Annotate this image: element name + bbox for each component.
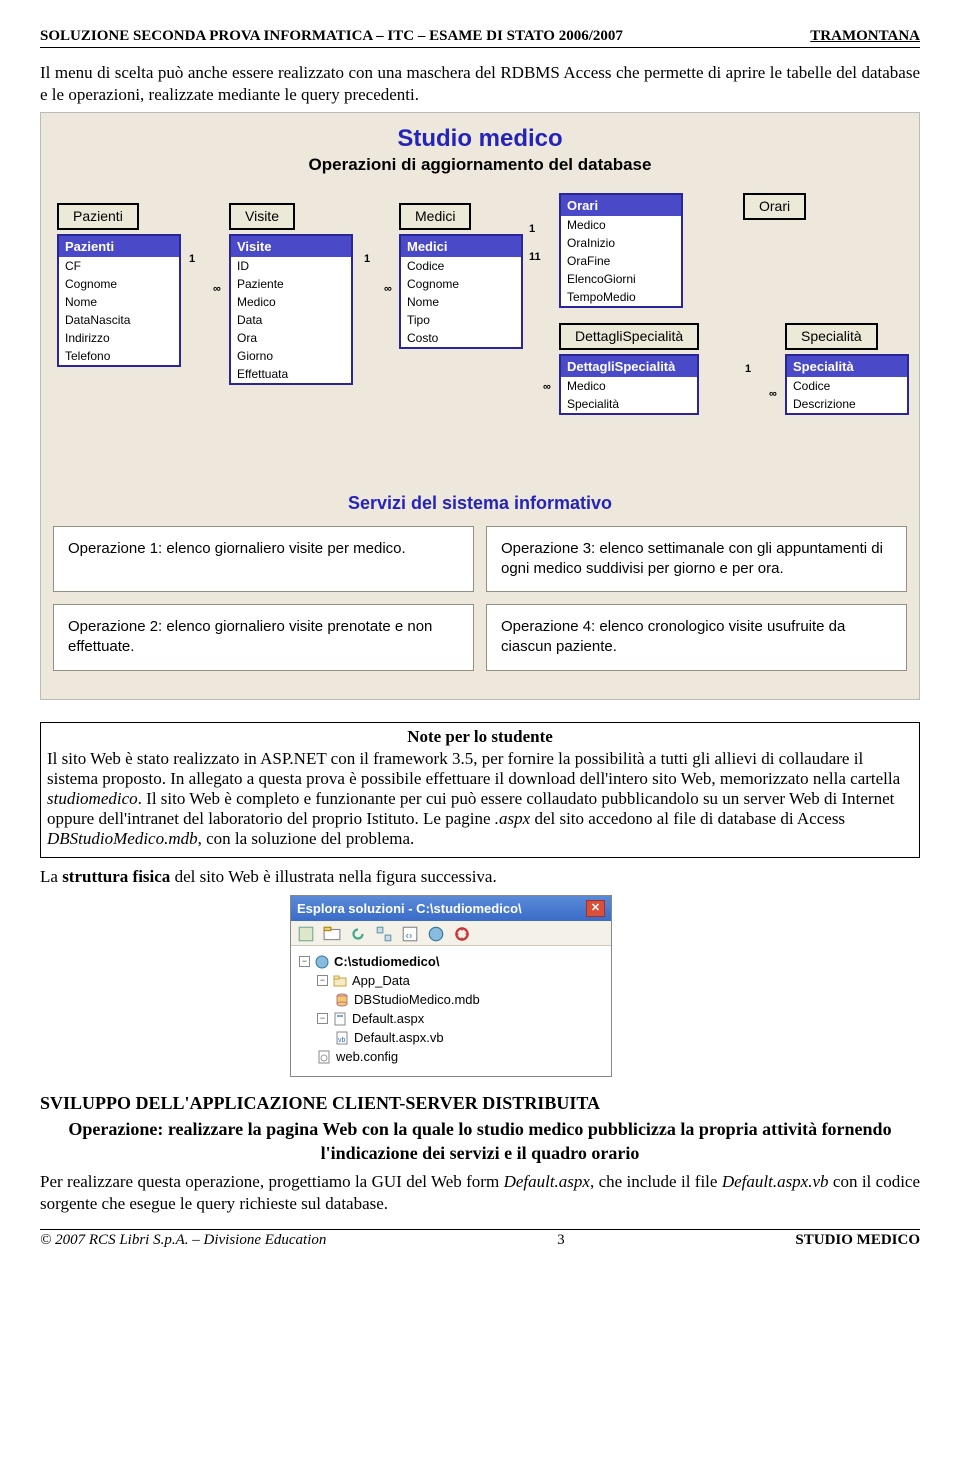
orari-button[interactable]: Orari (743, 193, 806, 220)
tree-mdb[interactable]: DBStudioMedico.mdb (299, 990, 603, 1009)
note-body-1: Il sito Web è stato realizzato in ASP.NE… (47, 749, 900, 788)
operazione-paragraph: Per realizzare questa operazione, proget… (40, 1171, 920, 1215)
rel-inf-1: ∞ (213, 283, 221, 295)
nest-icon[interactable] (375, 925, 393, 941)
tree-default-aspx[interactable]: −Default.aspx (299, 1009, 603, 1028)
refresh-icon[interactable] (349, 925, 367, 941)
medici-table: Medici Codice Cognome Nome Tipo Costo (399, 234, 523, 349)
rel-4: 1 (745, 363, 751, 375)
rel-3: 1 (529, 223, 535, 235)
orari-table: Orari Medico OraInizio OraFine ElencoGio… (559, 193, 683, 308)
note-box: Note per lo studente Il sito Web è stato… (40, 722, 920, 858)
svg-text:‹›: ‹› (406, 931, 413, 942)
database-diagram: Studio medico Operazioni di aggiornament… (40, 112, 920, 700)
close-icon[interactable]: ✕ (586, 900, 605, 917)
note-title: Note per lo studente (47, 727, 913, 747)
properties-icon[interactable] (297, 925, 315, 941)
solution-explorer: Esplora soluzioni - C:\studiomedico\ ✕ ‹… (290, 895, 612, 1077)
operazione-3[interactable]: Operazione 3: elenco settimanale con gli… (486, 526, 907, 593)
page-footer: © 2007 RCS Libri S.p.A. – Divisione Educ… (40, 1229, 920, 1249)
aspx-icon (333, 1012, 347, 1026)
operazione-title: Operazione: realizzare la pagina Web con… (40, 1118, 920, 1165)
struttura-line: La struttura fisica del sito Web è illus… (40, 866, 920, 888)
tree-default-vb[interactable]: vbDefault.aspx.vb (299, 1028, 603, 1047)
asp-config-icon[interactable] (453, 925, 471, 941)
note-i1: studiomedico (47, 789, 138, 808)
note-i3: DBStudioMedico.mdb (47, 829, 198, 848)
dettagli-table: DettagliSpecialità Medico Specialità (559, 354, 699, 415)
diagram-title: Studio medico (41, 125, 919, 153)
rel-inf-3: ∞ (543, 381, 551, 393)
vb-file-icon: vb (335, 1031, 349, 1045)
explorer-titlebar: Esplora soluzioni - C:\studiomedico\ ✕ (291, 896, 611, 921)
explorer-toolbar: ‹› (291, 921, 611, 946)
explorer-title-text: Esplora soluzioni - C:\studiomedico\ (297, 901, 522, 916)
collapse-icon[interactable]: − (317, 975, 328, 986)
operazione-1[interactable]: Operazione 1: elenco giornaliero visite … (53, 526, 474, 593)
explorer-tree: −C:\studiomedico\ −App_Data DBStudioMedi… (291, 946, 611, 1076)
visite-table: Visite ID Paziente Medico Data Ora Giorn… (229, 234, 353, 385)
footer-left: © 2007 RCS Libri S.p.A. – Divisione Educ… (40, 1232, 326, 1249)
operazione-2[interactable]: Operazione 2: elenco giornaliero visite … (53, 604, 474, 671)
page-header: SOLUZIONE SECONDA PROVA INFORMATICA – IT… (40, 28, 920, 48)
collapse-icon[interactable]: − (317, 1013, 328, 1024)
rel-inf-2: ∞ (384, 283, 392, 295)
folder-icon (333, 974, 347, 988)
note-body-3: del sito accedono al file di database di… (530, 809, 845, 828)
view-code-icon[interactable]: ‹› (401, 925, 419, 941)
tree-appdata[interactable]: −App_Data (299, 971, 603, 990)
rel-2: 1 (364, 253, 370, 265)
database-icon (335, 993, 349, 1007)
website-icon (315, 955, 329, 969)
medici-button[interactable]: Medici (399, 203, 471, 230)
tree-root[interactable]: −C:\studiomedico\ (299, 952, 603, 971)
svg-text:vb: vb (338, 1037, 346, 1044)
rel-1: 1 (189, 253, 195, 265)
note-body-4: , con la soluzione del problema. (198, 829, 415, 848)
header-right-link[interactable]: TRAMONTANA (810, 28, 920, 45)
pazienti-table: Pazienti CF Cognome Nome DataNascita Ind… (57, 234, 181, 367)
pazienti-title: Pazienti (59, 236, 179, 257)
specialita-button[interactable]: Specialità (785, 323, 878, 350)
footer-right: STUDIO MEDICO (795, 1232, 920, 1249)
operazione-4[interactable]: Operazione 4: elenco cronologico visite … (486, 604, 907, 671)
header-left: SOLUZIONE SECONDA PROVA INFORMATICA – IT… (40, 28, 623, 45)
servizi-title: Servizi del sistema informativo (53, 493, 907, 514)
note-i2: .aspx (495, 809, 530, 828)
specialita-table: Specialità Codice Descrizione (785, 354, 909, 415)
intro-paragraph: Il menu di scelta può anche essere reali… (40, 62, 920, 106)
dettagli-button[interactable]: DettagliSpecialità (559, 323, 699, 350)
collapse-icon[interactable]: − (299, 956, 310, 967)
visite-button[interactable]: Visite (229, 203, 295, 230)
page-number: 3 (557, 1232, 565, 1249)
config-icon (317, 1050, 331, 1064)
rel-11: 11 (529, 251, 541, 263)
section-sviluppo: SVILUPPO DELL'APPLICAZIONE CLIENT-SERVER… (40, 1093, 920, 1114)
pazienti-button[interactable]: Pazienti (57, 203, 139, 230)
copy-website-icon[interactable] (427, 925, 445, 941)
show-all-icon[interactable] (323, 925, 341, 941)
rel-inf-4: ∞ (769, 388, 777, 400)
tree-webconfig[interactable]: web.config (299, 1047, 603, 1066)
